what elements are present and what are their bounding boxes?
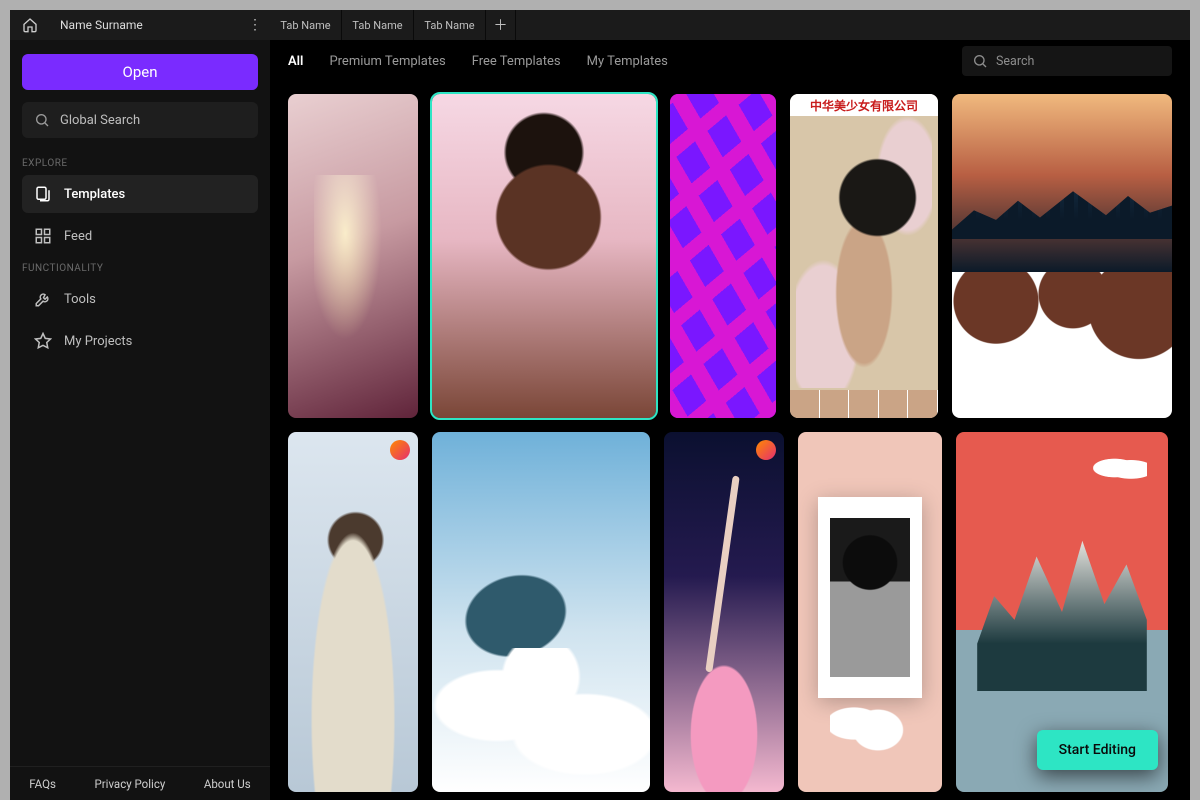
template-search-placeholder: Search [996,54,1034,69]
sidebar-item-feed[interactable]: Feed [22,217,258,255]
template-card[interactable] [798,432,942,792]
start-editing-label: Start Editing [1059,742,1136,758]
section-explore-label: EXPLORE [22,158,258,169]
sidebar-spacer [10,364,270,766]
template-banner-text: 中华美少女有限公司 [790,94,938,116]
user-menu-button[interactable]: ⋮ [240,17,270,33]
template-search-input[interactable]: Search [962,46,1172,76]
template-card[interactable] [664,432,784,792]
search-icon [34,112,50,128]
home-button[interactable] [10,17,50,33]
filter-my-templates[interactable]: My Templates [587,54,668,69]
document-tab[interactable]: Tab Name [414,10,486,40]
template-card[interactable] [288,94,418,418]
footer-link-privacy[interactable]: Privacy Policy [95,777,166,791]
footer-link-faqs[interactable]: FAQs [29,777,56,791]
templates-icon [34,185,52,203]
feed-icon [34,227,52,245]
template-card[interactable] [670,94,776,418]
tools-icon [34,290,52,308]
sidebar-item-label: Tools [64,292,96,307]
user-name[interactable]: Name Surname [50,18,240,32]
section-functionality-label: FUNCTIONALITY [22,263,258,274]
sidebar-footer: FAQs Privacy Policy About Us [10,766,270,800]
sidebar-topbar: Name Surname ⋮ [10,10,270,40]
star-icon [34,332,52,350]
template-card[interactable] [952,94,1172,418]
template-card[interactable] [288,432,418,792]
sidebar-item-label: Feed [64,229,92,244]
open-button-label: Open [123,63,158,81]
template-thumbstrip [790,390,938,418]
premium-badge-icon [390,440,410,460]
filter-premium[interactable]: Premium Templates [329,54,445,69]
start-editing-button[interactable]: Start Editing [1037,730,1158,770]
filter-all[interactable]: All [288,54,303,69]
new-tab-button[interactable]: ＋ [486,10,516,40]
sidebar-item-templates[interactable]: Templates [22,175,258,213]
document-tab[interactable]: Tab Name [342,10,414,40]
document-tab[interactable]: Tab Name [270,10,342,40]
template-gallery: 中华美少女有限公司 [270,82,1190,800]
premium-badge-icon [756,440,776,460]
sidebar-item-my-projects[interactable]: My Projects [22,322,258,360]
sidebar-item-label: My Projects [64,334,132,349]
sidebar-item-tools[interactable]: Tools [22,280,258,318]
open-button[interactable]: Open [22,54,258,90]
filter-bar: All Premium Templates Free Templates My … [270,40,1190,82]
gallery-row: 中华美少女有限公司 [288,94,1172,418]
app-window: Name Surname ⋮ Open Global Search EXPLOR… [10,10,1190,800]
template-card[interactable] [432,432,650,792]
tab-bar: Tab Name Tab Name Tab Name ＋ [270,10,1190,40]
main: Tab Name Tab Name Tab Name ＋ All Premium… [270,10,1190,800]
global-search-placeholder: Global Search [60,113,140,128]
template-card[interactable]: 中华美少女有限公司 [790,94,938,418]
sidebar-item-label: Templates [64,187,125,202]
home-icon [22,17,38,33]
global-search-input[interactable]: Global Search [22,102,258,138]
search-icon [972,53,988,69]
template-card-selected[interactable] [432,94,656,418]
footer-link-about[interactable]: About Us [204,777,251,791]
sidebar: Name Surname ⋮ Open Global Search EXPLOR… [10,10,270,800]
filter-free[interactable]: Free Templates [472,54,561,69]
